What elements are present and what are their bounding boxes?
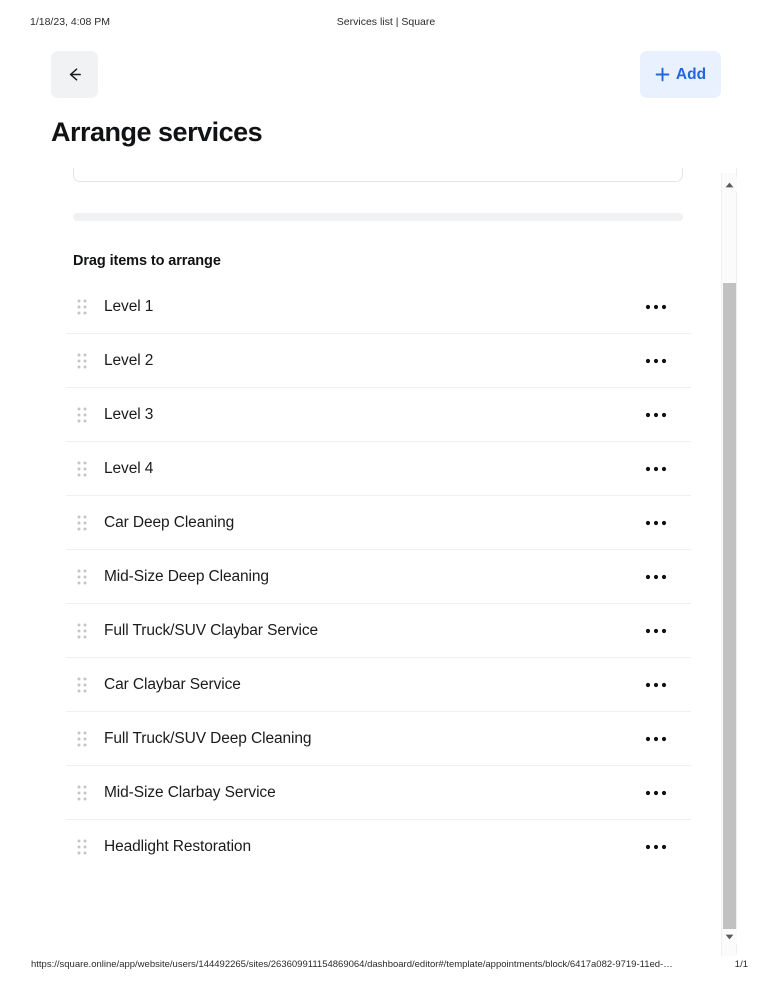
more-options-icon[interactable] bbox=[642, 782, 670, 804]
arrow-left-icon bbox=[65, 65, 84, 84]
print-header: 1/18/23, 4:08 PM Services list | Square bbox=[0, 16, 772, 32]
plus-icon bbox=[655, 67, 670, 82]
scroll-panel: Drag items to arrange Level 1 Level 2 Le… bbox=[0, 168, 737, 954]
list-item[interactable]: Mid-Size Clarbay Service bbox=[66, 766, 691, 820]
drag-handle-icon[interactable] bbox=[75, 514, 89, 532]
add-button[interactable]: Add bbox=[640, 51, 721, 98]
more-options-icon[interactable] bbox=[642, 674, 670, 696]
more-options-icon[interactable] bbox=[642, 728, 670, 750]
arrangeable-item-list: Level 1 Level 2 Level 3 Level 4 Car Deep… bbox=[66, 280, 691, 874]
add-button-label: Add bbox=[675, 65, 707, 83]
list-item[interactable]: Headlight Restoration bbox=[66, 820, 691, 874]
list-item-label: Level 1 bbox=[104, 297, 154, 315]
print-document-title: Services list | Square bbox=[336, 16, 436, 28]
app-toolbar: Add bbox=[0, 51, 737, 98]
list-item[interactable]: Full Truck/SUV Deep Cleaning bbox=[66, 712, 691, 766]
list-item[interactable]: Mid-Size Deep Cleaning bbox=[66, 550, 691, 604]
more-options-icon[interactable] bbox=[642, 836, 670, 858]
list-item[interactable]: Level 4 bbox=[66, 442, 691, 496]
list-item[interactable]: Car Claybar Service bbox=[66, 658, 691, 712]
list-item-label: Full Truck/SUV Deep Cleaning bbox=[104, 729, 312, 747]
print-footer: https://square.online/app/website/users/… bbox=[0, 959, 772, 973]
more-options-icon[interactable] bbox=[642, 296, 670, 318]
more-options-icon[interactable] bbox=[642, 350, 670, 372]
list-item[interactable]: Level 1 bbox=[66, 280, 691, 334]
drag-handle-icon[interactable] bbox=[75, 730, 89, 748]
list-item-label: Level 2 bbox=[104, 351, 154, 369]
drag-handle-icon[interactable] bbox=[75, 298, 89, 316]
drag-handle-icon[interactable] bbox=[75, 838, 89, 856]
drag-handle-icon[interactable] bbox=[75, 676, 89, 694]
more-options-icon[interactable] bbox=[642, 566, 670, 588]
back-button[interactable] bbox=[51, 51, 98, 98]
page-title: Arrange services bbox=[51, 117, 263, 147]
drag-handle-icon[interactable] bbox=[75, 784, 89, 802]
list-item[interactable]: Car Deep Cleaning bbox=[66, 496, 691, 550]
list-item-label: Mid-Size Clarbay Service bbox=[104, 783, 276, 801]
list-item-label: Headlight Restoration bbox=[104, 838, 251, 855]
vertical-scrollbar[interactable] bbox=[721, 173, 737, 956]
more-options-icon[interactable] bbox=[642, 512, 670, 534]
clipped-text-field[interactable] bbox=[73, 168, 683, 182]
drag-handle-icon[interactable] bbox=[75, 352, 89, 370]
scrollbar-thumb[interactable] bbox=[723, 283, 736, 931]
list-item[interactable]: Level 2 bbox=[66, 334, 691, 388]
list-item[interactable]: Full Truck/SUV Claybar Service bbox=[66, 604, 691, 658]
list-item-label: Full Truck/SUV Claybar Service bbox=[104, 621, 319, 639]
drag-handle-icon[interactable] bbox=[75, 460, 89, 478]
more-options-icon[interactable] bbox=[642, 404, 670, 426]
list-item-label: Car Claybar Service bbox=[104, 675, 241, 693]
list-item-label: Mid-Size Deep Cleaning bbox=[104, 567, 269, 585]
list-item-label: Level 3 bbox=[104, 405, 154, 423]
drag-handle-icon[interactable] bbox=[75, 568, 89, 586]
list-item[interactable]: Level 3 bbox=[66, 388, 691, 442]
more-options-icon[interactable] bbox=[642, 620, 670, 642]
footer-url: https://square.online/app/website/users/… bbox=[31, 959, 673, 970]
caret-down-icon[interactable] bbox=[722, 929, 737, 944]
list-item-label: Level 4 bbox=[104, 459, 154, 477]
footer-page-number: 1/1 bbox=[734, 959, 748, 970]
drag-handle-icon[interactable] bbox=[75, 622, 89, 640]
caret-up-icon[interactable] bbox=[722, 177, 737, 192]
drag-handle-icon[interactable] bbox=[75, 406, 89, 424]
print-preview-page: 1/18/23, 4:08 PM Services list | Square … bbox=[0, 0, 772, 999]
progress-bar bbox=[73, 213, 683, 221]
list-item-label: Car Deep Cleaning bbox=[104, 513, 235, 531]
section-heading: Drag items to arrange bbox=[73, 253, 221, 269]
more-options-icon[interactable] bbox=[642, 458, 670, 480]
